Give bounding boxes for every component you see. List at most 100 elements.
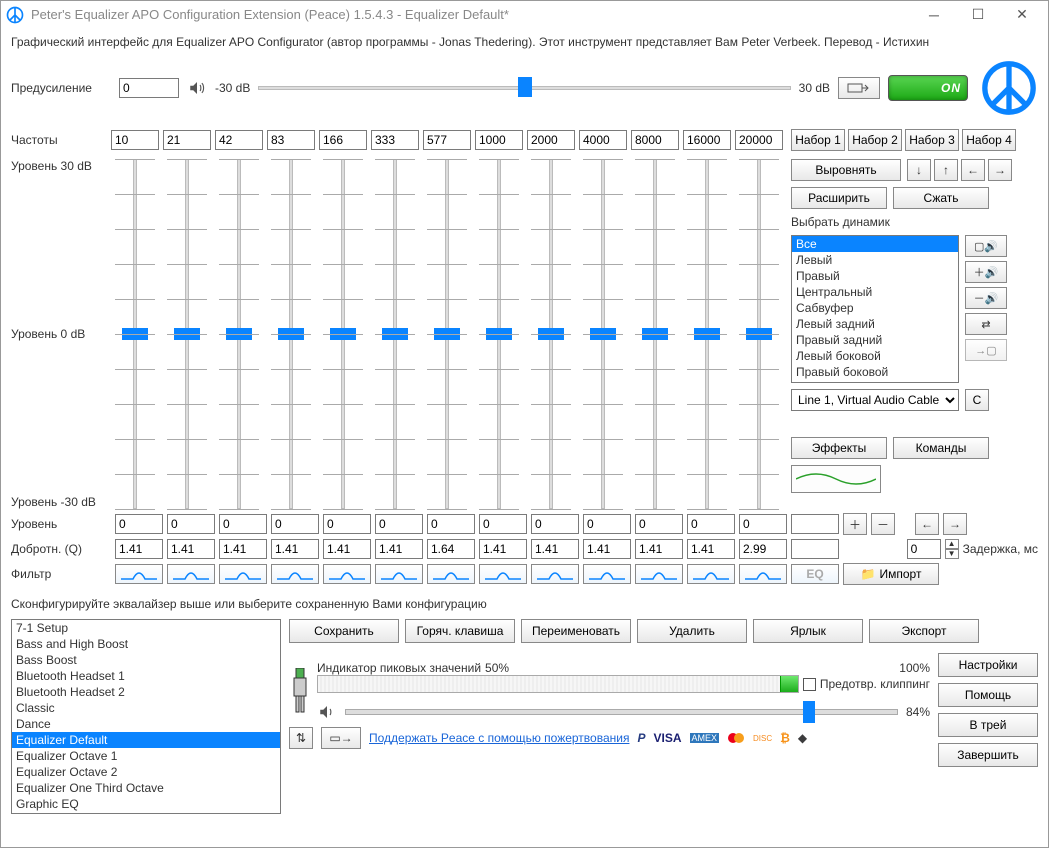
speaker-item[interactable]: Правый [792, 268, 958, 284]
level-input-9[interactable] [583, 514, 631, 534]
arrow-right-icon[interactable]: → [988, 159, 1012, 181]
level-input-6[interactable] [427, 514, 475, 534]
level-input-8[interactable] [531, 514, 579, 534]
help-button[interactable]: Помощь [938, 683, 1038, 707]
level-input-3[interactable] [271, 514, 319, 534]
curve-preview-icon[interactable] [791, 465, 881, 493]
filter-type-10[interactable] [635, 564, 683, 584]
exit-button[interactable]: Завершить [938, 743, 1038, 767]
speaker-item[interactable]: Правый задний [792, 332, 958, 348]
preset-item[interactable]: Classic [12, 700, 280, 716]
speaker-solo-icon[interactable]: ▢🔊 [965, 235, 1007, 257]
clip-checkbox[interactable] [803, 678, 816, 691]
freq-set-3[interactable]: Набор 3 [905, 129, 959, 151]
preset-item[interactable]: Equalizer Octave 1 [12, 748, 280, 764]
align-button[interactable]: Выровнять [791, 159, 901, 181]
filter-type-3[interactable] [271, 564, 319, 584]
rename-button[interactable]: Переименовать [521, 619, 631, 643]
commands-button[interactable]: Команды [893, 437, 989, 459]
export-file-icon[interactable]: ▭→ [321, 727, 361, 749]
settings-button[interactable]: Настройки [938, 653, 1038, 677]
q-input-6[interactable] [427, 539, 475, 559]
speaker-add-icon[interactable]: ＋🔊 [965, 261, 1007, 283]
compress-button[interactable]: Сжать [893, 187, 989, 209]
donate-link[interactable]: Поддержать Peace с помощью пожертвования [369, 731, 629, 745]
eq-slider-0[interactable] [111, 159, 159, 509]
preamp-input[interactable] [119, 78, 179, 98]
filter-type-1[interactable] [167, 564, 215, 584]
freq-set-2[interactable]: Набор 2 [848, 129, 902, 151]
eq-slider-7[interactable] [475, 159, 523, 509]
filter-type-11[interactable] [687, 564, 735, 584]
speaker-item[interactable]: Левый боковой [792, 348, 958, 364]
q-input-3[interactable] [271, 539, 319, 559]
speaker-item[interactable]: Левый задний [792, 316, 958, 332]
speaker-swap-icon[interactable]: ⇄ [965, 313, 1007, 335]
freq-input-10[interactable] [631, 130, 679, 150]
freq-input-7[interactable] [475, 130, 523, 150]
delay-input[interactable] [907, 539, 941, 559]
eq-slider-10[interactable] [631, 159, 679, 509]
preset-item[interactable]: 7-1 Setup [12, 620, 280, 636]
arrow-down-icon[interactable]: ↓ [907, 159, 931, 181]
save-button[interactable]: Сохранить [289, 619, 399, 643]
freq-input-9[interactable] [579, 130, 627, 150]
freq-input-3[interactable] [267, 130, 315, 150]
device-select[interactable]: Line 1, Virtual Audio Cable [791, 389, 959, 411]
freq-input-0[interactable] [111, 130, 159, 150]
freq-input-4[interactable] [319, 130, 367, 150]
preset-item[interactable]: Graphic EQ [12, 796, 280, 812]
volume-slider[interactable] [345, 709, 898, 715]
freq-set-4[interactable]: Набор 4 [962, 129, 1016, 151]
preset-item[interactable]: Equalizer One Third Octave [12, 780, 280, 796]
delay-down-icon[interactable]: ▼ [945, 549, 959, 559]
preset-item[interactable]: Bass and High Boost [12, 636, 280, 652]
q-input-7[interactable] [479, 539, 527, 559]
import-button[interactable]: 📁Импорт [843, 563, 939, 585]
level-input-7[interactable] [479, 514, 527, 534]
freq-input-8[interactable] [527, 130, 575, 150]
eq-slider-6[interactable] [423, 159, 471, 509]
filter-type-8[interactable] [531, 564, 579, 584]
level-input-11[interactable] [687, 514, 735, 534]
freq-input-12[interactable] [735, 130, 783, 150]
filter-type-7[interactable] [479, 564, 527, 584]
freq-input-6[interactable] [423, 130, 471, 150]
maximize-button[interactable]: ☐ [956, 1, 1000, 29]
freq-input-5[interactable] [371, 130, 419, 150]
eq-slider-5[interactable] [371, 159, 419, 509]
eq-slider-1[interactable] [163, 159, 211, 509]
level-input-2[interactable] [219, 514, 267, 534]
close-button[interactable]: ✕ [1000, 1, 1044, 29]
q-input-5[interactable] [375, 539, 423, 559]
filter-type-5[interactable] [375, 564, 423, 584]
speaker-send-icon[interactable]: →▢ [965, 339, 1007, 361]
eq-extra-icon[interactable]: EQ [791, 564, 839, 584]
q-input-10[interactable] [635, 539, 683, 559]
level-input-5[interactable] [375, 514, 423, 534]
q-input-0[interactable] [115, 539, 163, 559]
speaker-item[interactable]: Все [792, 236, 958, 252]
level-extra-input[interactable] [791, 514, 839, 534]
speaker-remove-icon[interactable]: －🔊 [965, 287, 1007, 309]
preset-item[interactable]: Equalizer Octave 2 [12, 764, 280, 780]
preset-item[interactable]: Bluetooth Headset 1 [12, 668, 280, 684]
device-c-button[interactable]: C [965, 389, 989, 411]
speaker-list[interactable]: ВсеЛевыйПравыйЦентральныйСабвуферЛевый з… [791, 235, 959, 383]
effects-button[interactable]: Эффекты [791, 437, 887, 459]
level-next-icon[interactable]: → [943, 513, 967, 535]
eq-slider-11[interactable] [683, 159, 731, 509]
speaker-item[interactable]: Правый боковой [792, 364, 958, 380]
level-input-10[interactable] [635, 514, 683, 534]
preset-item[interactable]: Equalizer Default [12, 732, 280, 748]
hotkey-button[interactable]: Горяч. клавиша [405, 619, 515, 643]
level-input-4[interactable] [323, 514, 371, 534]
q-input-11[interactable] [687, 539, 735, 559]
delete-button[interactable]: Удалить [637, 619, 747, 643]
arrow-up-icon[interactable]: ↑ [934, 159, 958, 181]
eq-slider-9[interactable] [579, 159, 627, 509]
speaker-item[interactable]: Сабвуфер [792, 300, 958, 316]
filter-type-2[interactable] [219, 564, 267, 584]
filter-type-12[interactable] [739, 564, 787, 584]
minimize-button[interactable]: ─ [912, 1, 956, 29]
